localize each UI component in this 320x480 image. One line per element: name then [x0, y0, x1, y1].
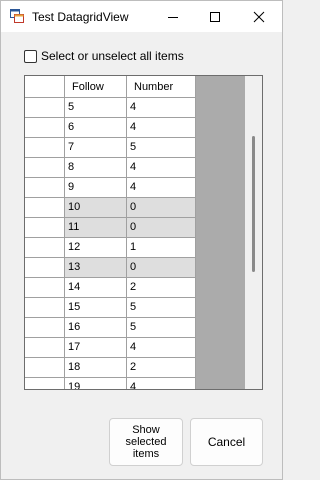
cell-number[interactable]: 0: [127, 258, 196, 278]
data-grid[interactable]: Follow Number 5 4 6 4 7 5 8 4 9 4 10 0 11 0 12 1 13 0 14 2 1…: [24, 75, 263, 390]
cell-follow[interactable]: 19: [65, 378, 127, 389]
row-header[interactable]: [25, 338, 65, 358]
title-bar[interactable]: Test DatagridView: [1, 1, 282, 32]
cell-follow[interactable]: 7: [65, 138, 127, 158]
cell-follow[interactable]: 5: [65, 98, 127, 118]
row-header[interactable]: [25, 358, 65, 378]
table-row[interactable]: 18 2: [25, 358, 196, 378]
table-row[interactable]: 54: [25, 98, 196, 118]
row-header[interactable]: [25, 238, 65, 258]
grid-body: 5 4 6 4 7 5 8 4 9 4 10 0 11 0 12 1 13 0 14 2 15 5 16 5 17 4 18 2 19 4: [25, 98, 196, 389]
app-window: Test DatagridView Select or unselect all…: [0, 0, 283, 480]
column-header-follow[interactable]: Follow: [65, 76, 127, 98]
row-header[interactable]: [25, 98, 65, 118]
close-icon: [253, 11, 265, 22]
row-header[interactable]: [25, 318, 65, 338]
table-row[interactable]: 12 1: [25, 238, 196, 258]
table-row[interactable]: 10 0: [25, 198, 196, 218]
minimize-icon: [168, 16, 178, 18]
cell-follow[interactable]: 8: [65, 158, 127, 178]
cell-follow[interactable]: 11: [65, 218, 127, 238]
select-all-row[interactable]: Select or unselect all items: [24, 48, 184, 64]
cell-number[interactable]: 2: [127, 358, 196, 378]
cell-number[interactable]: 5: [127, 298, 196, 318]
cell-number[interactable]: 4: [127, 118, 196, 138]
cell-number[interactable]: 4: [127, 338, 196, 358]
cell-number[interactable]: 5: [127, 318, 196, 338]
vertical-scrollbar[interactable]: [245, 76, 262, 389]
maximize-icon: [210, 11, 220, 22]
cancel-button[interactable]: Cancel: [190, 418, 263, 466]
cell-number[interactable]: 5: [127, 138, 196, 158]
cell-follow[interactable]: 10: [65, 198, 127, 218]
table-row[interactable]: 64: [25, 118, 196, 138]
table-row[interactable]: 13 0: [25, 258, 196, 278]
cell-follow[interactable]: 12: [65, 238, 127, 258]
maximize-button[interactable]: [194, 1, 236, 32]
table-row[interactable]: 14 2: [25, 278, 196, 298]
row-header[interactable]: [25, 258, 65, 278]
cell-follow[interactable]: 15: [65, 298, 127, 318]
cell-number[interactable]: 4: [127, 98, 196, 118]
row-header[interactable]: [25, 378, 65, 389]
minimize-button[interactable]: [152, 1, 194, 32]
row-header[interactable]: [25, 218, 65, 238]
column-header-number[interactable]: Number: [127, 76, 196, 98]
table-row[interactable]: 16 5: [25, 318, 196, 338]
close-button[interactable]: [238, 1, 280, 32]
cell-number[interactable]: 4: [127, 178, 196, 198]
show-selected-items-button[interactable]: Show selected items: [109, 418, 183, 466]
scrollbar-thumb[interactable]: [252, 136, 255, 272]
table-row[interactable]: 11 0: [25, 218, 196, 238]
table-row[interactable]: 75: [25, 138, 196, 158]
cell-number[interactable]: 4: [127, 158, 196, 178]
row-header[interactable]: [25, 278, 65, 298]
row-header[interactable]: [25, 298, 65, 318]
cell-follow[interactable]: 18: [65, 358, 127, 378]
row-header[interactable]: [25, 178, 65, 198]
cell-follow[interactable]: 13: [65, 258, 127, 278]
cell-number[interactable]: 0: [127, 198, 196, 218]
cell-follow[interactable]: 17: [65, 338, 127, 358]
table-row[interactable]: 84: [25, 158, 196, 178]
cell-number[interactable]: 4: [127, 378, 196, 389]
grid-header: Follow Number: [25, 76, 196, 98]
cell-number[interactable]: 1: [127, 238, 196, 258]
table-row[interactable]: 15 5: [25, 298, 196, 318]
table-row[interactable]: 94: [25, 178, 196, 198]
select-all-checkbox[interactable]: [24, 49, 37, 63]
row-header[interactable]: [25, 118, 65, 138]
cell-follow[interactable]: 16: [65, 318, 127, 338]
row-header[interactable]: [25, 198, 65, 218]
select-all-label[interactable]: Select or unselect all items: [41, 49, 184, 63]
cell-follow[interactable]: 6: [65, 118, 127, 138]
cell-number[interactable]: 2: [127, 278, 196, 298]
grid-corner-header[interactable]: [25, 76, 65, 98]
window-title: Test DatagridView: [32, 10, 129, 24]
table-row[interactable]: 19 4: [25, 378, 196, 389]
row-header[interactable]: [25, 138, 65, 158]
app-window-icon: [10, 9, 24, 23]
row-header[interactable]: [25, 158, 65, 178]
cell-number[interactable]: 0: [127, 218, 196, 238]
table-row[interactable]: 17 4: [25, 338, 196, 358]
cell-follow[interactable]: 9: [65, 178, 127, 198]
cell-follow[interactable]: 14: [65, 278, 127, 298]
